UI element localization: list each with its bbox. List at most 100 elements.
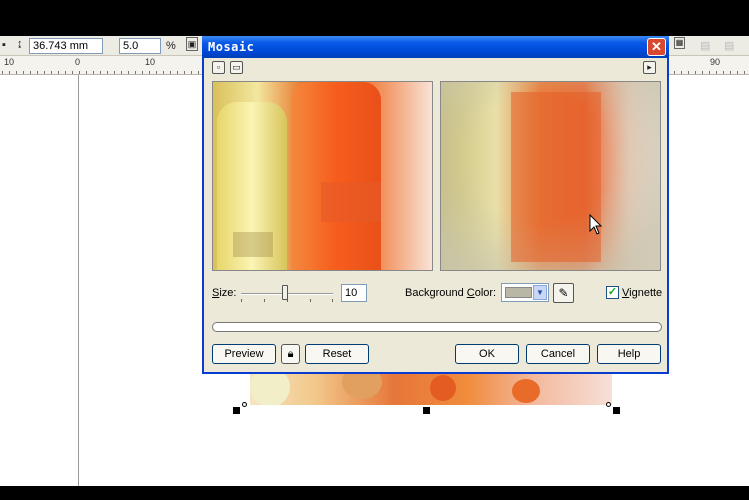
ruler-tick bbox=[674, 71, 675, 74]
canvas-image[interactable] bbox=[250, 371, 612, 405]
ruler-tick bbox=[149, 71, 150, 74]
ruler-tick bbox=[107, 71, 108, 74]
ruler-tick bbox=[198, 71, 199, 74]
ruler-tick bbox=[730, 71, 731, 74]
checkmark-icon: ✓ bbox=[607, 286, 618, 298]
dimension-field[interactable]: 36.743 mm bbox=[29, 38, 103, 54]
ruler-label: 10 bbox=[4, 57, 15, 67]
image-bead bbox=[430, 375, 456, 401]
ruler-tick bbox=[37, 71, 38, 74]
ruler-tick bbox=[716, 71, 717, 74]
background-color-picker[interactable]: ▼ bbox=[501, 283, 549, 302]
image-label bbox=[342, 371, 382, 399]
ok-button[interactable]: OK bbox=[455, 344, 519, 364]
ruler-tick bbox=[142, 71, 143, 74]
screen: ▪ ↨ 36.743 mm 5.0 % ▣ ▦ ▤ ▤ 10 0 10 90 M… bbox=[0, 0, 749, 500]
image-bottle-left bbox=[250, 371, 290, 405]
dialog-title: Mosaic bbox=[208, 40, 255, 54]
close-icon: ✕ bbox=[651, 39, 662, 54]
ruler-tick bbox=[184, 71, 185, 74]
selection-handle[interactable] bbox=[613, 407, 620, 414]
expand-toggle-button[interactable]: ▭ bbox=[230, 61, 243, 74]
ruler-tick bbox=[114, 71, 115, 74]
vignette-label: Vignette bbox=[622, 287, 663, 299]
ruler-label: 0 bbox=[75, 57, 81, 67]
slider-tick bbox=[310, 299, 311, 302]
slider-tick bbox=[332, 299, 333, 302]
height-icon: ↨ bbox=[17, 38, 23, 50]
selection-handle[interactable] bbox=[423, 407, 430, 414]
ruler-tick bbox=[695, 71, 696, 74]
size-slider-thumb[interactable] bbox=[282, 285, 288, 300]
photo-orange-bottle bbox=[291, 82, 381, 270]
ruler-tick bbox=[723, 71, 724, 74]
scale-field[interactable]: 5.0 bbox=[119, 38, 161, 54]
reset-button[interactable]: Reset bbox=[305, 344, 369, 364]
ruler-tick bbox=[72, 71, 73, 74]
ruler-tick bbox=[65, 71, 66, 74]
eyedropper-icon: ✎ bbox=[558, 286, 569, 300]
lock-button[interactable]: 🔒︎ bbox=[281, 344, 300, 364]
image-bead-2 bbox=[512, 379, 540, 403]
ruler-tick bbox=[23, 71, 24, 74]
ruler-tick bbox=[100, 71, 101, 74]
color-swatch bbox=[505, 287, 532, 298]
ruler-tick bbox=[170, 71, 171, 74]
ruler-tick bbox=[2, 71, 3, 74]
letterbox-bottom bbox=[0, 486, 749, 500]
ruler-tick bbox=[44, 71, 45, 74]
mosaic-dialog: Mosaic ✕ ▫ ▭ ▸ Size: 10 Background Color… bbox=[202, 36, 669, 374]
mouse-cursor-icon bbox=[589, 214, 603, 235]
preview-button[interactable]: Preview bbox=[212, 344, 276, 364]
lock-ratio-icon[interactable]: ▣ bbox=[186, 37, 198, 51]
close-button[interactable]: ✕ bbox=[647, 38, 666, 56]
ruler-tick bbox=[744, 71, 745, 74]
page-border-line bbox=[78, 75, 79, 486]
dropdown-arrow-icon[interactable]: ▼ bbox=[533, 285, 547, 300]
ruler-tick bbox=[737, 71, 738, 74]
letterbox-top bbox=[0, 0, 749, 36]
size-label: Size: bbox=[212, 287, 237, 299]
rotation-handle[interactable] bbox=[242, 402, 247, 407]
ruler-tick bbox=[177, 71, 178, 74]
help-button[interactable]: Help bbox=[597, 344, 661, 364]
toolbar-disabled-icon: ▤ bbox=[700, 40, 711, 52]
ruler-tick bbox=[156, 71, 157, 74]
dialog-title-bar[interactable]: Mosaic ✕ bbox=[202, 36, 669, 58]
ruler-tick bbox=[93, 71, 94, 74]
slider-tick bbox=[241, 299, 242, 302]
preview-play-button[interactable]: ▸ bbox=[643, 61, 656, 74]
ruler-tick bbox=[79, 71, 80, 74]
size-input[interactable]: 10 bbox=[341, 284, 367, 302]
ruler-tick bbox=[191, 71, 192, 74]
original-preview[interactable] bbox=[212, 81, 433, 271]
expand-icon: ▭ bbox=[232, 62, 241, 72]
ruler-tick bbox=[16, 71, 17, 74]
vignette-checkbox[interactable]: ✓ bbox=[606, 286, 619, 299]
ruler-tick bbox=[9, 71, 10, 74]
photo-text-area bbox=[233, 232, 273, 257]
play-icon: ▸ bbox=[647, 62, 652, 72]
ruler-tick bbox=[681, 71, 682, 74]
ruler-tick bbox=[86, 71, 87, 74]
background-color-label: Background Color: bbox=[405, 287, 497, 299]
ruler-tick bbox=[51, 71, 52, 74]
slider-tick bbox=[264, 299, 265, 302]
eyedropper-button[interactable]: ✎ bbox=[553, 283, 574, 303]
ruler-tick bbox=[163, 71, 164, 74]
cancel-button[interactable]: Cancel bbox=[526, 344, 590, 364]
lock-icon: 🔒︎ bbox=[287, 348, 294, 360]
ruler-tick bbox=[709, 71, 710, 74]
progress-bar bbox=[212, 322, 662, 332]
ruler-tick bbox=[30, 71, 31, 74]
edge-mark-icon: ▪ bbox=[2, 39, 6, 51]
layout-toggle-button[interactable]: ▫ bbox=[212, 61, 225, 74]
toolbar-disabled-icon-2: ▤ bbox=[724, 40, 735, 52]
effect-preview[interactable] bbox=[440, 81, 661, 271]
selection-handle[interactable] bbox=[233, 407, 240, 414]
toolbar-option-icon[interactable]: ▦ bbox=[674, 37, 685, 49]
ruler-tick bbox=[688, 71, 689, 74]
photo-label-area bbox=[321, 182, 381, 222]
rotation-handle[interactable] bbox=[606, 402, 611, 407]
ruler-tick bbox=[58, 71, 59, 74]
